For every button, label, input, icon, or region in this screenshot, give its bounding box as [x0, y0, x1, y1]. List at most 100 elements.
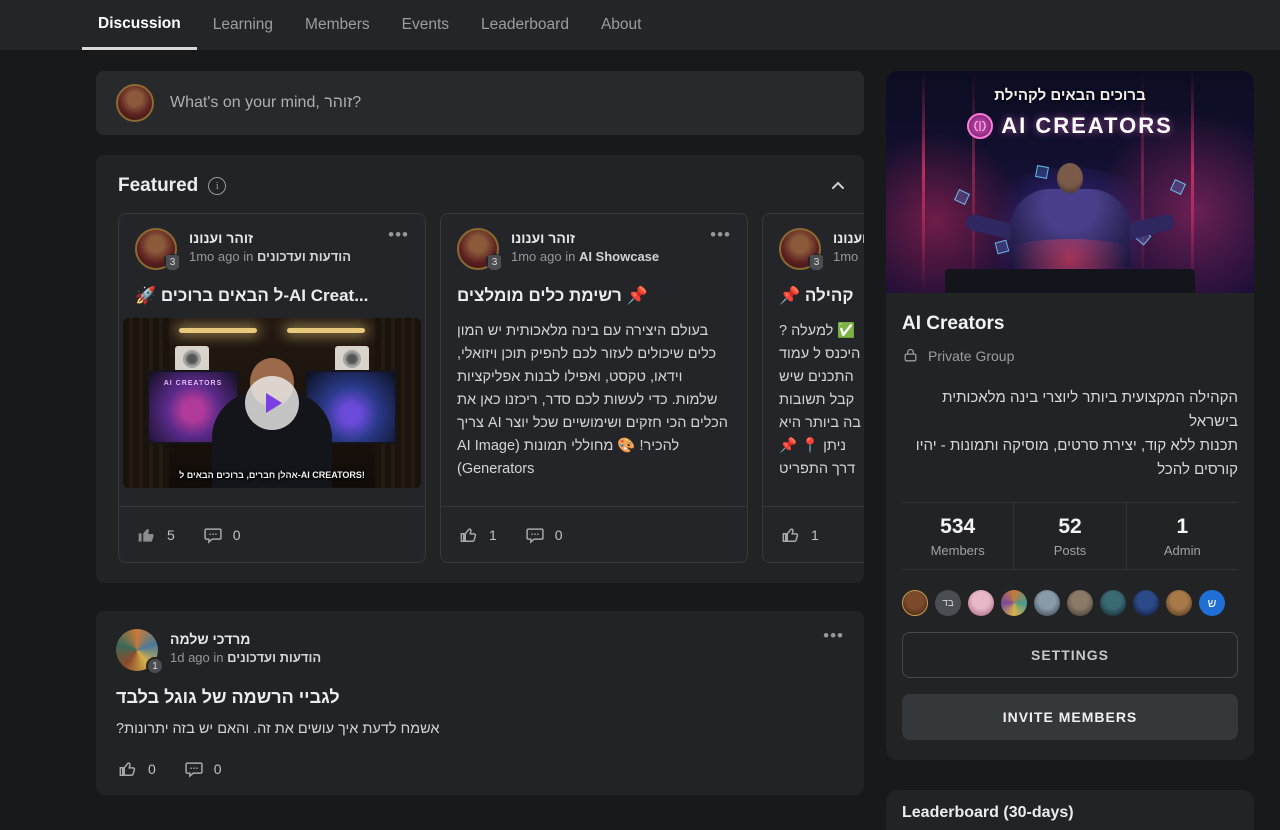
- chevron-up-icon[interactable]: [830, 178, 846, 194]
- post-category[interactable]: הודעות ועדכונים: [257, 249, 351, 264]
- post-author[interactable]: מרדכי שלמה: [170, 629, 321, 649]
- post-body: ✅ למעלה ? היכנס ל עמוד התכנים שיש קבל תש…: [779, 320, 864, 483]
- member-avatar[interactable]: [1067, 590, 1093, 616]
- post-time: 1mo ago in: [511, 249, 579, 264]
- play-button[interactable]: [245, 376, 299, 430]
- level-badge: 3: [164, 253, 181, 272]
- comment-count: 0: [233, 527, 241, 543]
- video-thumbnail[interactable]: AI CREATORS אהלן חברים, ברוכים הבאים ל-A…: [123, 318, 421, 488]
- kebab-menu-icon[interactable]: •••: [823, 629, 844, 671]
- thumbs-up-icon[interactable]: [781, 525, 801, 545]
- group-description: הקהילה המקצועית ביותר ליוצרי בינה מלאכות…: [902, 386, 1238, 482]
- stat-value: 1: [1176, 515, 1188, 539]
- stat-admins[interactable]: 1 Admin: [1126, 503, 1238, 569]
- avatar[interactable]: 1: [116, 629, 158, 671]
- thumbs-up-icon[interactable]: [118, 759, 138, 779]
- tab-events[interactable]: Events: [386, 0, 465, 50]
- member-avatar[interactable]: [1133, 590, 1159, 616]
- stat-label: Members: [931, 543, 985, 558]
- tab-about[interactable]: About: [585, 0, 658, 50]
- post-title[interactable]: 📌 קהילה: [779, 286, 864, 306]
- post-category[interactable]: הודעות ועדכונים: [227, 650, 321, 665]
- post-category[interactable]: AI Showcase: [579, 249, 659, 264]
- neon-streak: [1191, 71, 1194, 293]
- member-avatar[interactable]: [902, 590, 928, 616]
- post-composer[interactable]: What's on your mind, זוהר?: [96, 71, 864, 135]
- comment-icon[interactable]: [184, 759, 204, 779]
- figure-head: [1057, 163, 1083, 193]
- member-avatar[interactable]: [968, 590, 994, 616]
- featured-heading: Featured: [118, 175, 198, 197]
- post-title[interactable]: 🚀 ברוכים‎ הבאים‎ ל‎-AI Creat...: [135, 286, 409, 306]
- level-badge: 3: [808, 253, 825, 272]
- banner-brand-text: AI CREATORS: [1001, 113, 1173, 139]
- featured-section: Featured i 3 זוהר וענונו 1mo ago in הודע…: [96, 155, 864, 583]
- feed-post[interactable]: 1 מרדכי שלמה 1d ago in הודעות ועדכונים •…: [96, 611, 864, 795]
- like-count: 1: [489, 527, 497, 543]
- play-icon: [266, 393, 282, 413]
- stat-members[interactable]: 534 Members: [902, 503, 1013, 569]
- current-user-avatar[interactable]: [116, 84, 154, 122]
- desk: [945, 269, 1195, 293]
- tab-discussion[interactable]: Discussion: [82, 0, 197, 50]
- avatar[interactable]: 3: [779, 228, 821, 270]
- member-avatar[interactable]: ש: [1199, 590, 1225, 616]
- member-avatar[interactable]: בד: [935, 590, 961, 616]
- like-count: 5: [167, 527, 175, 543]
- post-title[interactable]: 📌 רשימת כלים מומלצים: [457, 286, 731, 306]
- featured-card-welcome[interactable]: 3 זוהר וענונו 1mo ago in הודעות ועדכונים…: [118, 213, 426, 563]
- tab-leaderboard[interactable]: Leaderboard: [465, 0, 585, 50]
- leaderboard-card: Leaderboard (30-days): [886, 790, 1254, 830]
- lock-icon: [902, 347, 919, 364]
- post-time: 1mo ago in: [189, 249, 257, 264]
- like-count: 0: [148, 761, 156, 777]
- screen-brand-text: AI CREATORS: [149, 380, 237, 387]
- group-name: AI Creators: [902, 313, 1238, 335]
- tab-members[interactable]: Members: [289, 0, 386, 50]
- thumbs-up-icon[interactable]: [459, 525, 479, 545]
- member-avatar[interactable]: [1034, 590, 1060, 616]
- stat-label: Admin: [1164, 543, 1201, 558]
- post-body: בעולם היצירה עם בינה מלאכותית יש המון כל…: [457, 320, 731, 483]
- light-bar: [287, 328, 365, 333]
- post-time: 1mo: [833, 249, 858, 264]
- video-caption: אהלן חברים, ברוכים הבאים ל-AI CREATORS!: [123, 470, 421, 480]
- member-avatar[interactable]: [1100, 590, 1126, 616]
- post-body: אשמח לדעת איך עושים את זה. והאם יש בזה י…: [116, 721, 844, 737]
- post-author[interactable]: זוהר וענונו: [511, 228, 659, 248]
- member-avatar[interactable]: [1001, 590, 1027, 616]
- featured-card-community[interactable]: 3 זוהר וענונו 1mo 📌 קהילה ✅ למעלה ? היכנ…: [762, 213, 864, 563]
- composer-prompt[interactable]: What's on your mind, זוהר?: [170, 94, 361, 112]
- kebab-menu-icon[interactable]: •••: [710, 228, 731, 270]
- avatar[interactable]: 3: [135, 228, 177, 270]
- stat-posts[interactable]: 52 Posts: [1013, 503, 1125, 569]
- leaderboard-heading: Leaderboard (30-days): [902, 804, 1238, 822]
- stat-label: Posts: [1054, 543, 1087, 558]
- featured-card-tools[interactable]: 3 זוהר וענונו 1mo ago in AI Showcase •••…: [440, 213, 748, 563]
- info-icon[interactable]: i: [208, 177, 226, 195]
- avatar[interactable]: 3: [457, 228, 499, 270]
- level-badge: 1: [146, 657, 164, 675]
- post-time: 1d ago in: [170, 650, 227, 665]
- brain-logo-icon: [967, 113, 993, 139]
- post-title[interactable]: לגביי הרשמה של גוגל בלבד: [116, 687, 844, 708]
- comment-icon[interactable]: [525, 525, 545, 545]
- invite-members-button[interactable]: INVITE MEMBERS: [902, 694, 1238, 740]
- light-bar: [179, 328, 257, 333]
- post-author[interactable]: זוהר וענונו: [189, 228, 351, 248]
- featured-cards-carousel: 3 זוהר וענונו 1mo ago in הודעות ועדכונים…: [118, 213, 864, 565]
- top-navigation: Discussion Learning Members Events Leade…: [0, 0, 1280, 51]
- comment-icon[interactable]: [203, 525, 223, 545]
- tab-learning[interactable]: Learning: [197, 0, 289, 50]
- kebab-menu-icon[interactable]: •••: [388, 228, 409, 270]
- group-banner[interactable]: ברוכים הבאים לקהילת AI CREATORS: [886, 71, 1254, 293]
- thumbs-up-icon[interactable]: [137, 525, 157, 545]
- settings-button[interactable]: SETTINGS: [902, 632, 1238, 678]
- neon-streak: [922, 71, 925, 293]
- like-count: 1: [811, 527, 819, 543]
- post-author[interactable]: זוהר וענונו: [833, 228, 864, 248]
- member-avatar[interactable]: [1166, 590, 1192, 616]
- group-sidebar: ברוכים הבאים לקהילת AI CREATORS AI Creat…: [886, 71, 1254, 760]
- neon-streak: [972, 71, 975, 293]
- studio-speaker: [335, 346, 369, 372]
